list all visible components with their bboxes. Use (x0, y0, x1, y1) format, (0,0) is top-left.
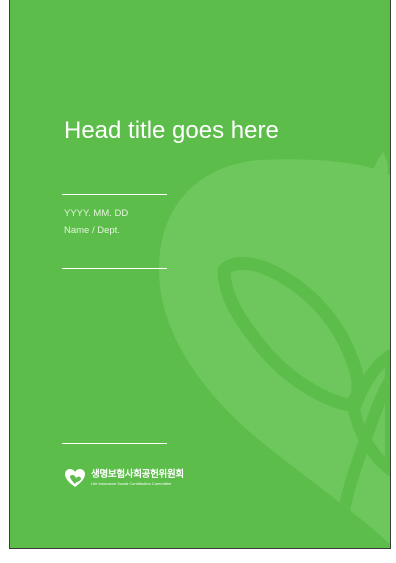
divider-bottom (62, 443, 167, 444)
heart-leaf-icon (65, 469, 85, 487)
document-title: Head title goes here (64, 117, 279, 144)
divider-top (62, 194, 167, 195)
organization-logo: 생명보험사회공헌위원회 Life Insurance Social Contri… (64, 466, 184, 490)
divider-middle (62, 268, 167, 269)
name-dept-text: Name / Dept. (64, 225, 120, 236)
organization-name-korean: 생명보험사회공헌위원회 (91, 469, 184, 481)
cover-page: Head title goes here YYYY. MM. DD Name /… (9, 0, 391, 549)
date-text: YYYY. MM. DD (64, 208, 129, 219)
frame-border (9, 0, 10, 549)
organization-name-english: Life Insurance Social Contribution Commi… (91, 480, 172, 486)
